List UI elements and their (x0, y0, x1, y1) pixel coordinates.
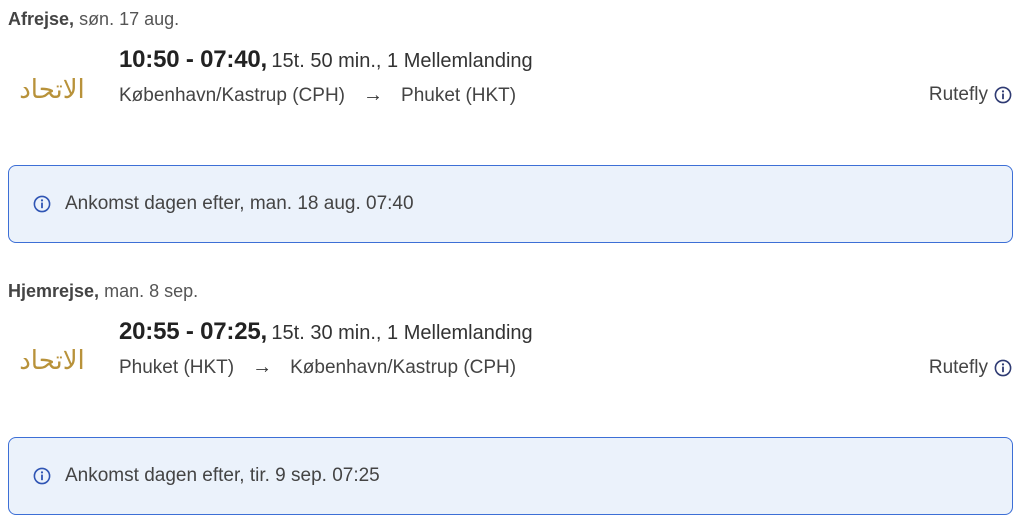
flight-times: 10:50 - 07:40, (119, 46, 267, 73)
info-icon (33, 195, 51, 213)
leg-date: man. 8 sep. (104, 281, 199, 301)
info-icon[interactable] (994, 359, 1012, 377)
fare-type-info[interactable]: Rutefly (929, 357, 1012, 379)
airline-logo-icon: الاتحاد (19, 75, 85, 105)
destination-code: (CPH) (463, 356, 517, 378)
route-arrow-icon: → (363, 84, 384, 106)
destination-code: (HKT) (465, 84, 517, 106)
flight-times-line: 20:55 - 07:25, 15t. 30 min., 1 Mellemlan… (119, 318, 533, 346)
fare-type-label: Rutefly (928, 357, 988, 378)
arrival-notice: Ankomst dagen efter, tir. 9 sep. 07:25 (8, 437, 1013, 515)
info-icon[interactable] (994, 86, 1012, 104)
destination-city: København/Kastrup (290, 356, 459, 378)
flight-duration: 15t. 30 min., 1 Mellemlanding (271, 322, 533, 344)
fare-type-info[interactable]: Rutefly (929, 84, 1012, 106)
fare-type-label: Rutefly (928, 84, 988, 105)
route-arrow-icon: → (252, 356, 273, 378)
leg-label: Hjemrejse, (8, 281, 100, 301)
flight-times: 20:55 - 07:25, (119, 318, 267, 345)
arrival-notice-text: Ankomst dagen efter, man. 18 aug. 07:40 (65, 193, 414, 214)
leg-label: Afrejse, (8, 9, 75, 29)
origin-city: Phuket (119, 356, 179, 378)
origin-code: (HKT) (183, 356, 235, 378)
airline-logo-icon: الاتحاد (19, 346, 85, 376)
leg-heading: Afrejse, søn. 17 aug. (8, 9, 179, 30)
info-icon (33, 467, 51, 485)
airline-logo-text: الاتحاد (19, 346, 85, 376)
leg-heading: Hjemrejse, man. 8 sep. (8, 281, 198, 302)
arrival-notice-text: Ankomst dagen efter, tir. 9 sep. 07:25 (65, 465, 380, 486)
route: København/Kastrup (CPH) → Phuket (HKT) (119, 84, 516, 107)
flight-duration: 15t. 50 min., 1 Mellemlanding (271, 50, 533, 72)
flight-times-line: 10:50 - 07:40, 15t. 50 min., 1 Mellemlan… (119, 46, 533, 74)
arrival-notice: Ankomst dagen efter, man. 18 aug. 07:40 (8, 165, 1013, 243)
origin-city: København/Kastrup (119, 84, 287, 106)
airline-logo-text: الاتحاد (19, 75, 85, 105)
route: Phuket (HKT) → København/Kastrup (CPH) (119, 356, 516, 379)
destination-city: Phuket (401, 84, 461, 106)
origin-code: (CPH) (292, 84, 346, 106)
leg-date: søn. 17 aug. (79, 9, 180, 29)
